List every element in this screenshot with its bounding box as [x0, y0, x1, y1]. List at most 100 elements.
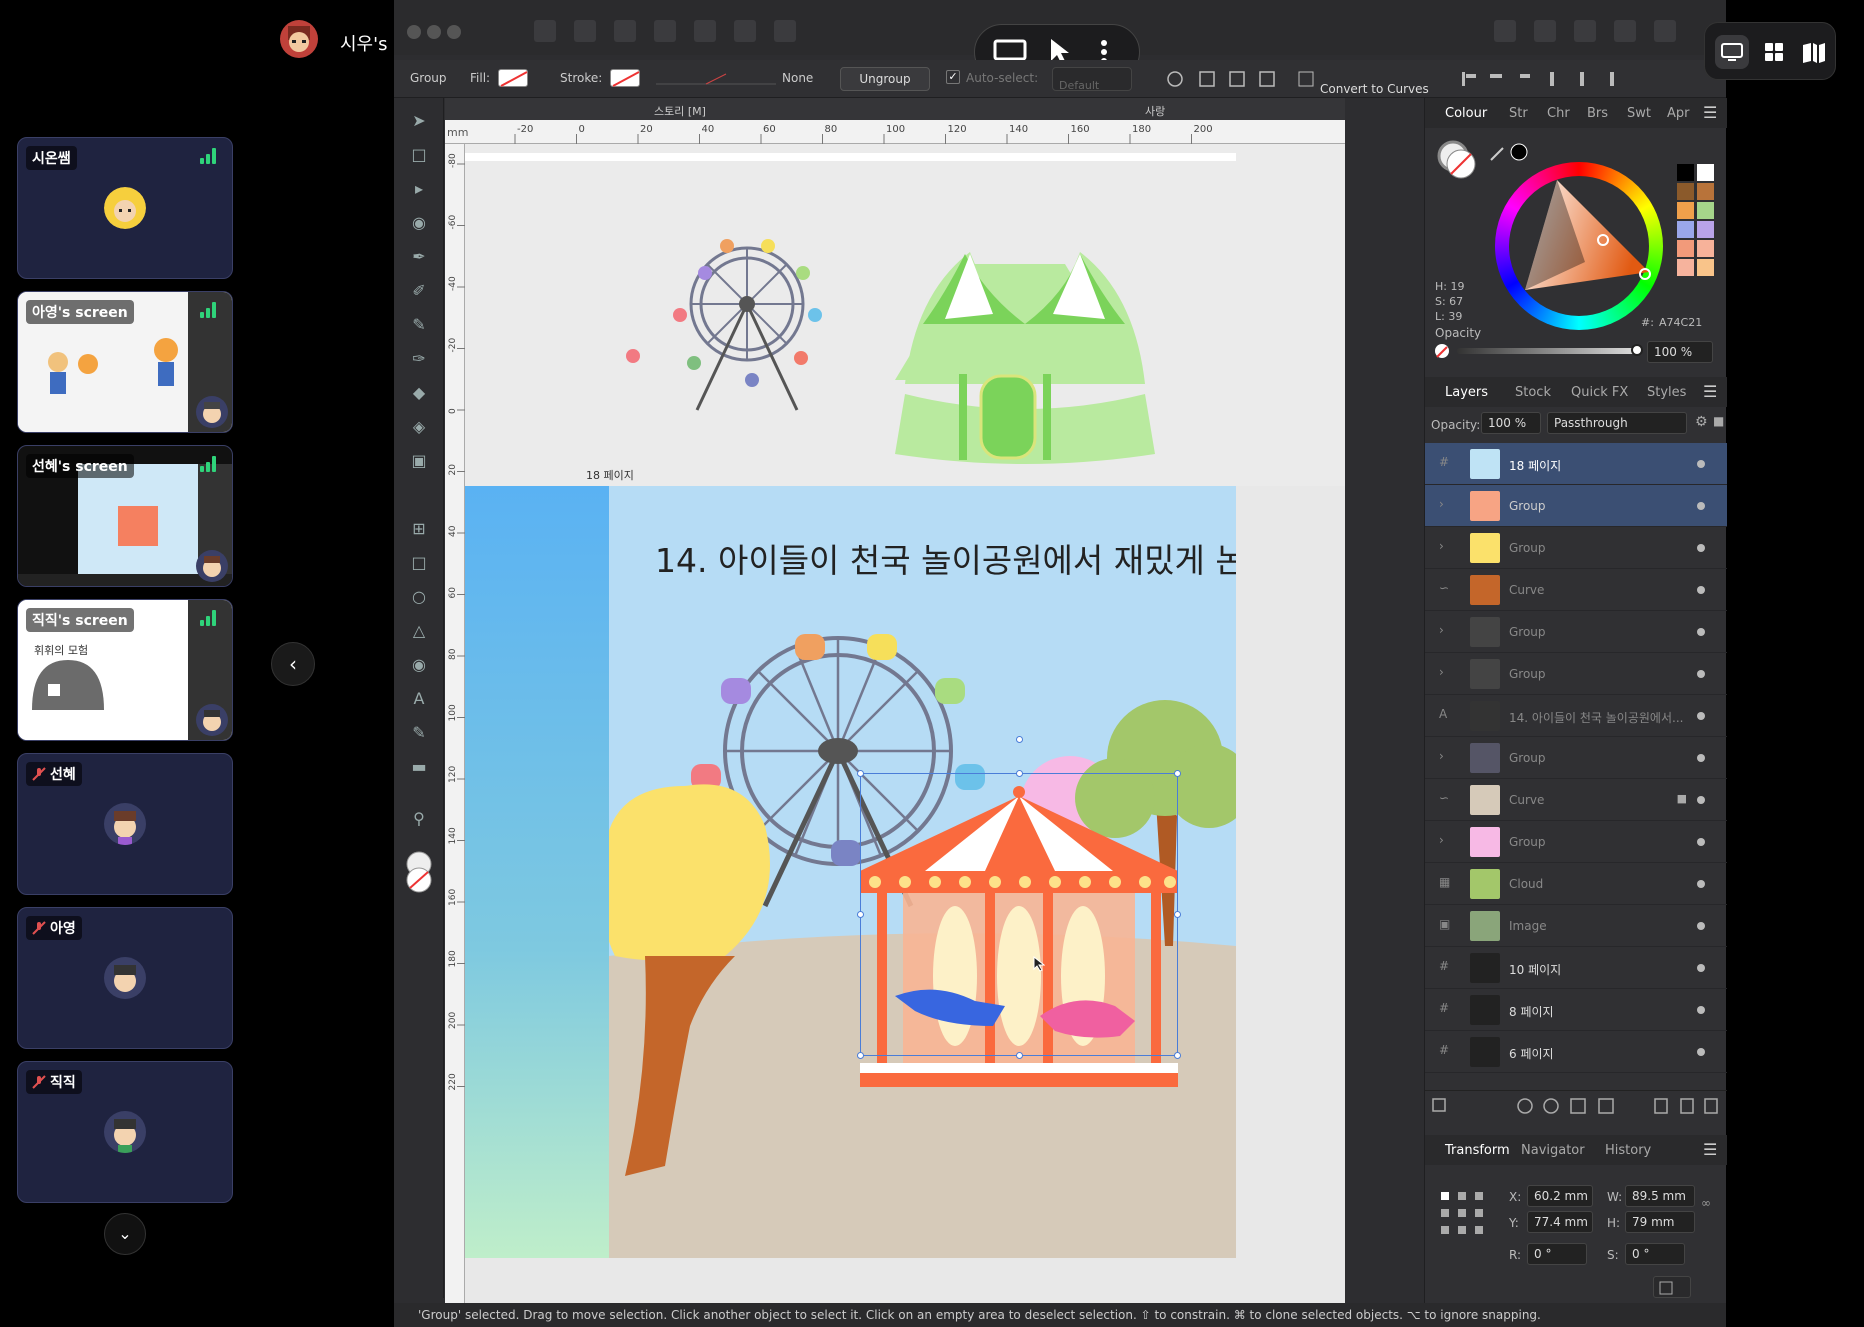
stroke-width-slider[interactable] — [656, 70, 776, 86]
expand-chevron-icon[interactable]: › — [1439, 749, 1444, 763]
resize-handle[interactable] — [1174, 770, 1181, 777]
rectangle-tool-icon[interactable]: □ — [406, 550, 432, 576]
participant-tile[interactable]: 아영 — [17, 907, 233, 1049]
paint-brush-tool-icon[interactable]: ✑ — [406, 346, 432, 372]
layer-row[interactable]: › Group — [1425, 485, 1727, 527]
visibility-dot[interactable] — [1697, 796, 1705, 804]
lock-icon[interactable]: ■ — [1677, 792, 1687, 805]
layer-row[interactable]: #18 페이지 — [1425, 443, 1727, 485]
tab-swatches[interactable]: Swt — [1627, 106, 1651, 121]
transform-origin-button[interactable] — [1653, 1276, 1691, 1298]
visibility-dot[interactable] — [1697, 628, 1705, 636]
participant-screen-tile[interactable]: 직직's screen 휘휘의 모험 — [17, 599, 233, 741]
resize-handle[interactable] — [857, 911, 864, 918]
tab-stock[interactable]: Stock — [1515, 385, 1551, 400]
fill-stroke-selector[interactable] — [1435, 138, 1479, 182]
tab-styles[interactable]: Styles — [1647, 385, 1686, 400]
resize-handle[interactable] — [1016, 770, 1023, 777]
blend-mode-dropdown[interactable]: Passthrough — [1547, 412, 1687, 434]
colour-swatches[interactable] — [1675, 162, 1719, 282]
trapezoid-tool-icon[interactable]: △ — [406, 618, 432, 644]
eyedropper-tool-icon[interactable]: ✎ — [406, 720, 432, 746]
visibility-dot[interactable] — [1697, 1048, 1705, 1056]
expand-chevron-icon[interactable]: › — [1439, 539, 1444, 553]
colour-wheel[interactable] — [1495, 162, 1663, 330]
convert-to-curves-button[interactable]: Convert to Curves — [1294, 67, 1434, 96]
participant-tile[interactable]: 선혜 — [17, 753, 233, 895]
measure-tool-icon[interactable]: ▬ — [406, 754, 432, 780]
stroke-swatch[interactable] — [610, 69, 640, 87]
corner-tool-icon[interactable]: ◉ — [406, 210, 432, 236]
visibility-dot[interactable] — [1697, 964, 1705, 972]
rotation-field[interactable]: 0 ° — [1527, 1243, 1587, 1265]
layer-row[interactable]: › Group — [1425, 527, 1727, 569]
tab-layers[interactable]: Layers — [1445, 385, 1488, 400]
visibility-dot[interactable] — [1697, 460, 1705, 468]
resize-handle[interactable] — [857, 1052, 864, 1059]
panel-menu-icon[interactable]: ☰ — [1703, 1140, 1717, 1159]
height-field[interactable]: 79 mm — [1625, 1211, 1695, 1233]
pencil-tool-icon[interactable]: ✒ — [406, 244, 432, 270]
selection-bounding-box[interactable] — [857, 736, 1181, 1059]
pen-tool-icon[interactable]: ✐ — [406, 278, 432, 304]
visibility-dot[interactable] — [1697, 502, 1705, 510]
opacity-slider[interactable] — [1457, 344, 1643, 356]
gear-icon[interactable]: ⚙ — [1695, 414, 1708, 430]
tab-brushes[interactable]: Brs — [1587, 106, 1608, 121]
resize-handle[interactable] — [857, 770, 864, 777]
y-field[interactable]: 77.4 mm — [1527, 1211, 1593, 1233]
align-icons[interactable] — [1460, 68, 1650, 90]
auto-select-checkbox[interactable]: ✓ — [946, 70, 960, 84]
place-image-tool-icon[interactable]: ▣ — [406, 448, 432, 474]
colour-swatch[interactable] — [1697, 259, 1714, 276]
colour-swatch[interactable] — [1697, 164, 1714, 181]
participant-tile[interactable]: 직직 — [17, 1061, 233, 1203]
ungroup-button[interactable]: Ungroup — [840, 67, 930, 91]
visibility-dot[interactable] — [1697, 880, 1705, 888]
tab-navigator[interactable]: Navigator — [1521, 1143, 1585, 1158]
text-tool-icon[interactable]: A — [406, 686, 432, 712]
visibility-dot[interactable] — [1697, 1006, 1705, 1014]
shape-tool-icon[interactable]: ◉ — [406, 652, 432, 678]
visibility-dot[interactable] — [1697, 712, 1705, 720]
resize-handle[interactable] — [1174, 911, 1181, 918]
layer-row[interactable]: › Group — [1425, 653, 1727, 695]
colour-swatch[interactable] — [1697, 183, 1714, 200]
zoom-tool-icon[interactable]: ⚲ — [406, 806, 432, 832]
lock-icon[interactable]: ■ — [1713, 414, 1724, 428]
opacity-field[interactable]: 100 % — [1647, 341, 1713, 363]
crop-tool-icon[interactable]: ⊞ — [406, 516, 432, 542]
visibility-dot[interactable] — [1697, 754, 1705, 762]
expand-chevron-icon[interactable]: › — [1439, 833, 1444, 847]
colour-swatch[interactable] — [1677, 183, 1694, 200]
book-view-icon[interactable] — [1797, 35, 1831, 69]
layer-row[interactable]: ▦ Cloud — [1425, 863, 1727, 905]
visibility-dot[interactable] — [1697, 544, 1705, 552]
layer-action-icons[interactable] — [1425, 1091, 1727, 1123]
layer-row[interactable]: ∽ Curve ■ — [1425, 779, 1727, 821]
layer-row[interactable]: › Group — [1425, 821, 1727, 863]
document-tab[interactable]: 스토리 [M] — [654, 103, 706, 119]
expand-chevron-icon[interactable]: › — [1439, 497, 1444, 511]
tab-transform[interactable]: Transform — [1445, 1143, 1510, 1158]
layer-opacity-field[interactable]: 100 % — [1481, 412, 1541, 434]
x-field[interactable]: 60.2 mm — [1527, 1185, 1593, 1207]
link-proportions-icon[interactable]: ∞ — [1701, 1196, 1711, 1210]
fill-tool-icon[interactable]: ◆ — [406, 380, 432, 406]
colour-swatch[interactable] — [1697, 202, 1714, 219]
colour-swatch[interactable] — [1677, 164, 1694, 181]
colour-swatch[interactable] — [1677, 202, 1694, 219]
colour-swatch[interactable] — [1697, 221, 1714, 238]
grid-view-icon[interactable] — [1757, 35, 1791, 69]
auto-select-dropdown[interactable]: Default — [1052, 67, 1132, 92]
layer-row[interactable]: ∽ Curve — [1425, 569, 1727, 611]
hex-value[interactable]: A74C21 — [1659, 316, 1702, 329]
ellipse-tool-icon[interactable]: ○ — [406, 584, 432, 610]
colour-swatch[interactable] — [1697, 240, 1714, 257]
visibility-dot[interactable] — [1697, 586, 1705, 594]
layer-row[interactable]: #8 페이지 — [1425, 989, 1727, 1031]
artboard-page-18[interactable]: 14. 아이들이 천국 놀이공원에서 재밌게 논다 — [465, 486, 1236, 1258]
layer-row[interactable]: › Group — [1425, 737, 1727, 779]
participant-screen-tile[interactable]: 아영's screen — [17, 291, 233, 433]
move-tool-icon[interactable]: ➤ — [406, 108, 432, 134]
